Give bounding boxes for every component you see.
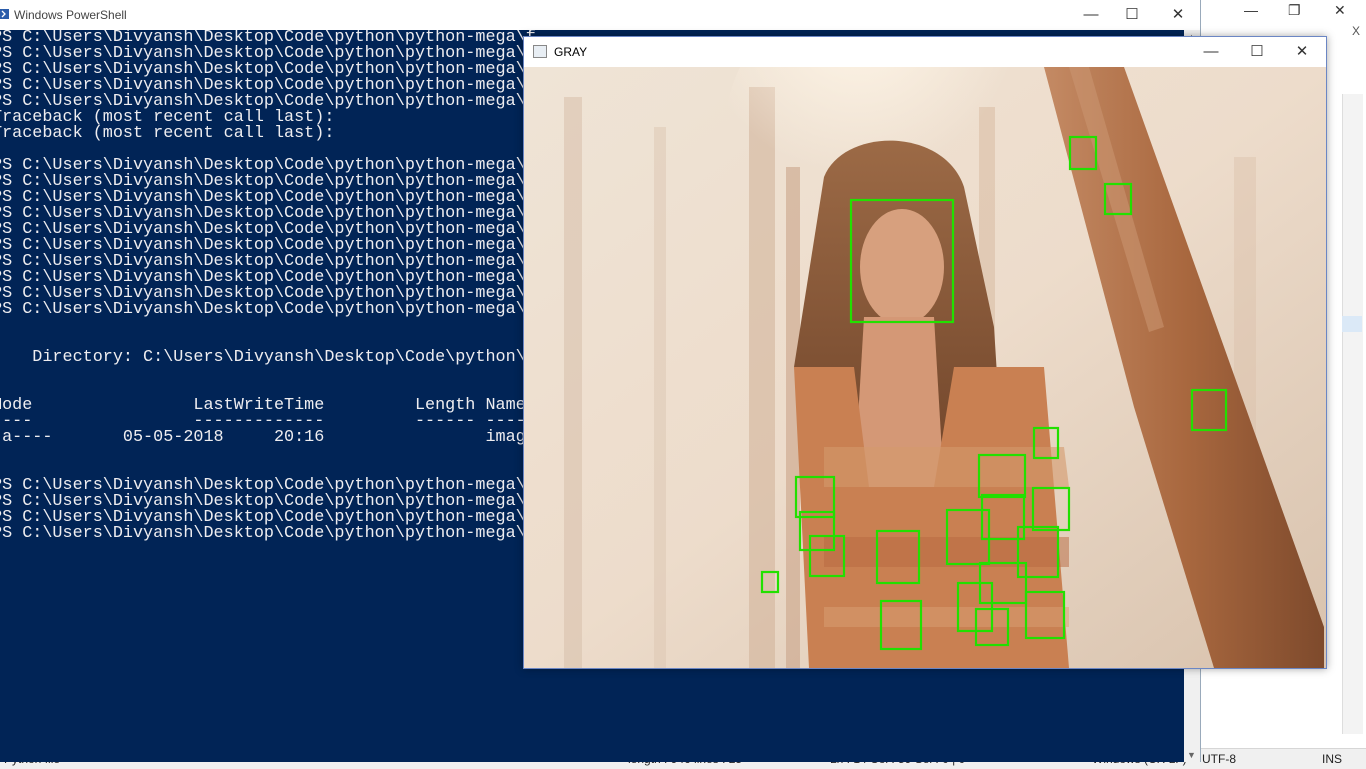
gray-close-button[interactable]: ✕ bbox=[1279, 37, 1325, 67]
console-line: -a---- 05-05-2018 20:16 image bbox=[0, 428, 536, 447]
gray-titlebar: GRAY — ☐ ✕ bbox=[524, 37, 1326, 67]
photo-woman-in-forest bbox=[524, 67, 1326, 668]
window-app-icon bbox=[533, 45, 547, 58]
console-line: PS C:\Users\Divyansh\Desktop\Code\python… bbox=[0, 524, 536, 543]
powershell-app-icon bbox=[0, 9, 9, 19]
face-detection-image bbox=[524, 67, 1326, 668]
bg-editor-highlight bbox=[1342, 316, 1362, 332]
scroll-down-arrow-icon[interactable]: ▼ bbox=[1187, 750, 1196, 760]
bg-minimize-button[interactable]: — bbox=[1244, 2, 1258, 18]
console-line: PS C:\Users\Divyansh\Desktop\Code\python… bbox=[0, 300, 536, 319]
gray-maximize-button[interactable]: ☐ bbox=[1234, 37, 1280, 67]
bg-close-button[interactable]: ✕ bbox=[1334, 2, 1346, 19]
status-insert-mode: INS bbox=[1322, 752, 1343, 766]
background-editor-titlebar: — ❐ ✕ bbox=[1190, 0, 1366, 22]
ps-maximize-button[interactable]: ☐ bbox=[1109, 0, 1155, 30]
gray-window-title: GRAY bbox=[554, 45, 588, 59]
console-line: Directory: C:\Users\Divyansh\Desktop\Cod… bbox=[0, 348, 536, 367]
ps-close-button[interactable]: ✕ bbox=[1155, 0, 1201, 30]
powershell-title: Windows PowerShell bbox=[14, 8, 127, 22]
bg-editor-side-panel bbox=[1342, 94, 1363, 734]
bg-restore-button[interactable]: ❐ bbox=[1288, 2, 1301, 19]
bg-close-tab-button[interactable]: X bbox=[1352, 24, 1360, 38]
gray-image-window: GRAY — ☐ ✕ bbox=[523, 36, 1327, 669]
powershell-titlebar: Windows PowerShell — ☐ ✕ bbox=[0, 0, 1200, 30]
status-encoding: UTF-8 bbox=[1202, 752, 1236, 766]
console-line: Traceback (most recent call last): bbox=[0, 124, 335, 143]
ps-minimize-button[interactable]: — bbox=[1068, 0, 1114, 30]
gray-minimize-button[interactable]: — bbox=[1188, 37, 1234, 67]
